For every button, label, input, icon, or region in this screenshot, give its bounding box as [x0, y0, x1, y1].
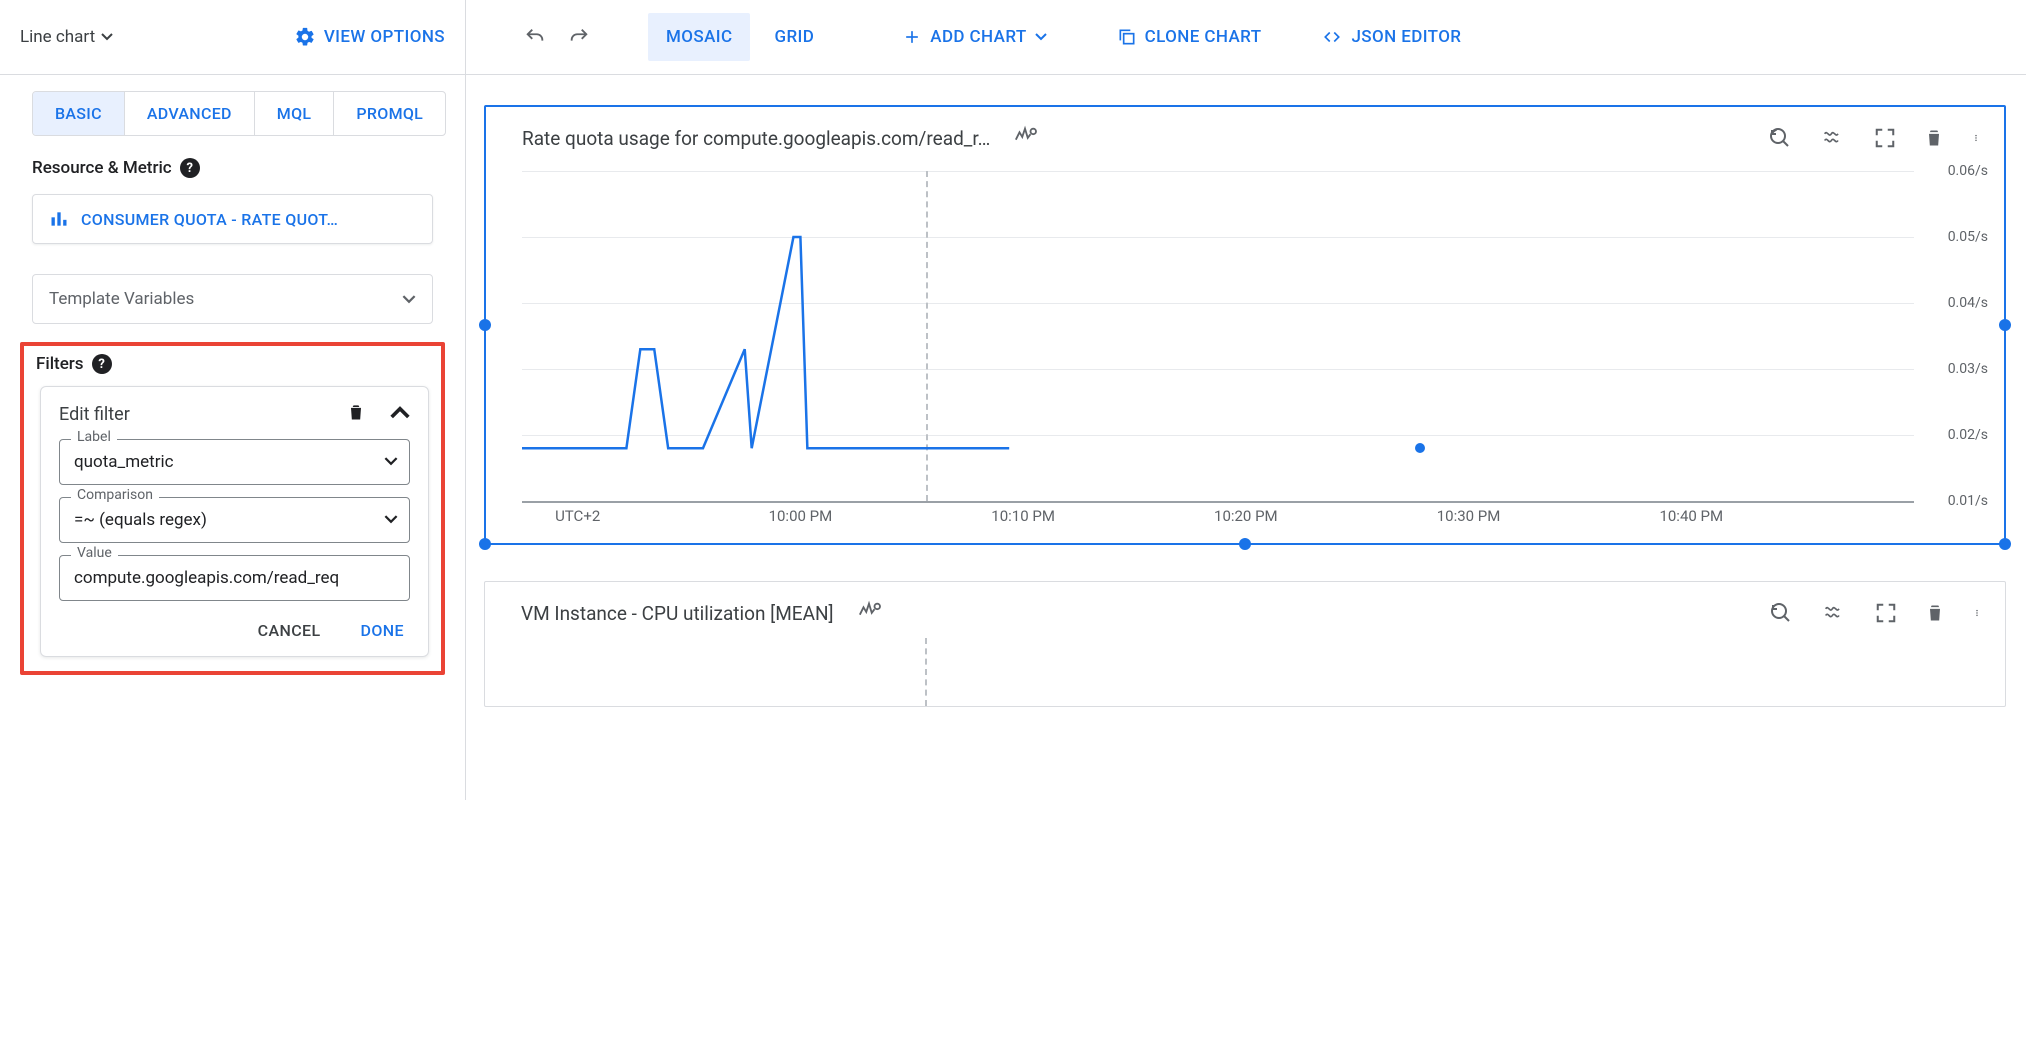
chart-title: Rate quota usage for compute.googleapis.…	[522, 127, 990, 150]
help-icon[interactable]: ?	[180, 158, 200, 178]
y-tick-label: 0.05/s	[1948, 229, 1988, 245]
filters-section-highlight: Filters ? Edit filter Label	[20, 342, 445, 675]
x-tick-label: 10:30 PM	[1437, 507, 1501, 525]
x-tick-label: 10:40 PM	[1659, 507, 1723, 525]
resize-handle[interactable]	[1239, 538, 1251, 550]
comparison-legend: Comparison	[71, 487, 159, 503]
x-axis-ticks: UTC+2 10:00 PM 10:10 PM 10:20 PM 10:30 PM 10:…	[522, 507, 1914, 529]
tab-basic[interactable]: BASIC	[33, 92, 125, 135]
zoom-reset-icon[interactable]	[1768, 126, 1792, 150]
query-tabs: BASIC ADVANCED MQL PROMQL	[32, 91, 446, 136]
chart-plot-area[interactable]: 0.01/s0.02/s0.03/s0.04/s0.05/s0.06/s	[522, 171, 1914, 501]
caret-down-icon	[1035, 33, 1047, 41]
data-marker	[1415, 443, 1425, 453]
x-tick-label: 10:00 PM	[769, 507, 833, 525]
chart-title: VM Instance - CPU utilization [MEAN]	[521, 602, 834, 625]
filter-comparison-select[interactable]: =~ (equals regex)	[59, 497, 410, 543]
y-tick-label: 0.03/s	[1948, 361, 1988, 377]
more-icon[interactable]	[1973, 601, 1981, 625]
caret-down-icon	[402, 295, 416, 304]
clone-chart-button[interactable]: CLONE CHART	[1107, 19, 1272, 55]
anomaly-icon[interactable]	[1012, 125, 1038, 151]
delete-icon[interactable]	[1924, 126, 1944, 150]
y-tick-label: 0.01/s	[1948, 493, 1988, 509]
delete-filter-icon[interactable]	[346, 401, 366, 427]
x-tick-label: UTC+2	[555, 507, 600, 525]
tab-advanced[interactable]: ADVANCED	[125, 92, 255, 135]
y-tick-label: 0.02/s	[1948, 427, 1988, 443]
resource-metric-header: Resource & Metric ?	[0, 136, 465, 186]
y-tick-label: 0.06/s	[1948, 163, 1988, 179]
plus-icon	[902, 27, 922, 47]
fullscreen-icon[interactable]	[1874, 127, 1896, 149]
anomaly-icon[interactable]	[856, 600, 882, 626]
edit-filter-card: Edit filter Label quota_metric	[40, 386, 429, 657]
view-options-button[interactable]: VIEW OPTIONS	[294, 26, 445, 48]
redo-icon[interactable]	[560, 18, 598, 56]
resize-handle[interactable]	[1999, 538, 2011, 550]
chart-card-selected[interactable]: Rate quota usage for compute.googleapis.…	[484, 105, 2006, 545]
x-tick-label: 10:10 PM	[991, 507, 1055, 525]
cancel-button[interactable]: CANCEL	[258, 621, 321, 640]
layout-mosaic-tab[interactable]: MOSAIC	[648, 13, 750, 61]
caret-down-icon	[101, 33, 113, 41]
clone-icon	[1117, 27, 1137, 47]
add-chart-button[interactable]: ADD CHART	[892, 19, 1056, 55]
tab-promql[interactable]: PROMQL	[334, 92, 445, 135]
code-icon	[1321, 28, 1343, 46]
template-variables-select[interactable]: Template Variables	[32, 274, 433, 324]
x-tick-label: 10:20 PM	[1214, 507, 1278, 525]
gear-icon	[294, 26, 316, 48]
json-editor-button[interactable]: JSON EDITOR	[1311, 19, 1471, 55]
metric-selector[interactable]: CONSUMER QUOTA - RATE QUOT…	[32, 194, 433, 244]
undo-icon[interactable]	[516, 18, 554, 56]
value-legend: Value	[71, 545, 118, 561]
zoom-reset-icon[interactable]	[1769, 601, 1793, 625]
bar-chart-icon	[49, 209, 69, 229]
layout-grid-tab[interactable]: GRID	[756, 13, 832, 61]
caret-down-icon	[384, 512, 398, 528]
resize-handle[interactable]	[1999, 319, 2011, 331]
chart-type-selector[interactable]: Line chart	[20, 27, 113, 47]
delete-icon[interactable]	[1925, 601, 1945, 625]
filter-label-select[interactable]: quota_metric	[59, 439, 410, 485]
main-pane: MOSAIC GRID ADD CHART CLONE CHART JSON E…	[466, 0, 2026, 800]
chart-type-label: Line chart	[20, 27, 95, 47]
edit-filter-title: Edit filter	[59, 404, 130, 425]
label-legend: Label	[71, 429, 117, 445]
y-tick-label: 0.04/s	[1948, 295, 1988, 311]
done-button[interactable]: DONE	[361, 621, 404, 640]
fullscreen-icon[interactable]	[1875, 602, 1897, 624]
caret-down-icon	[384, 454, 398, 470]
resize-handle[interactable]	[479, 538, 491, 550]
legend-icon[interactable]	[1820, 128, 1846, 148]
filter-value-input[interactable]	[59, 555, 410, 601]
main-toolbar: MOSAIC GRID ADD CHART CLONE CHART JSON E…	[466, 0, 2026, 75]
filters-header: Filters ?	[34, 354, 439, 380]
more-icon[interactable]	[1972, 126, 1980, 150]
collapse-icon[interactable]	[390, 405, 410, 423]
tab-mql[interactable]: MQL	[255, 92, 335, 135]
time-cursor-line	[925, 638, 927, 706]
help-icon[interactable]: ?	[92, 354, 112, 374]
legend-icon[interactable]	[1821, 603, 1847, 623]
resize-handle[interactable]	[479, 319, 491, 331]
chart-card[interactable]: VM Instance - CPU utilization [MEAN]	[484, 581, 2006, 707]
config-sidebar: Line chart VIEW OPTIONS BASIC ADVANCED M…	[0, 0, 466, 800]
